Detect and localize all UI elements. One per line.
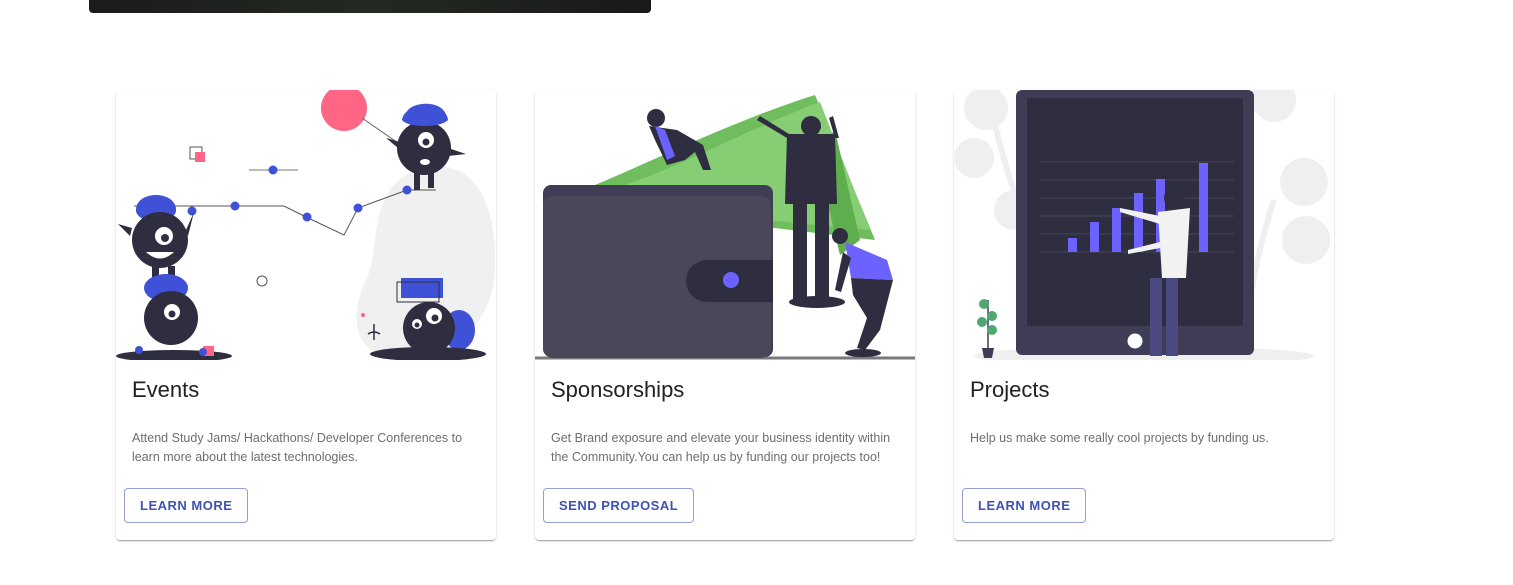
card-title: Projects	[970, 377, 1050, 402]
card-title: Events	[132, 377, 200, 402]
wallet-money-illustration	[535, 90, 915, 360]
card-description: Get Brand exposure and elevate your busi…	[551, 431, 891, 464]
learn-more-button[interactable]: LEARN MORE	[124, 488, 249, 523]
hero-image-strip	[89, 0, 651, 13]
sponsorships-card: Sponsorships Get Brand exposure and elev…	[535, 90, 915, 540]
card-description: Help us make some really cool projects b…	[970, 431, 1269, 445]
tablet-chart-illustration	[954, 90, 1334, 360]
monsters-graph-illustration	[116, 90, 496, 360]
card-title: Sponsorships	[551, 377, 685, 402]
card-description: Attend Study Jams/ Hackathons/ Developer…	[132, 431, 463, 464]
events-card: Events Attend Study Jams/ Hackathons/ De…	[116, 90, 496, 540]
send-proposal-button[interactable]: SEND PROPOSAL	[543, 488, 695, 523]
projects-card: Projects Help us make some really cool p…	[954, 90, 1334, 540]
learn-more-button[interactable]: LEARN MORE	[962, 488, 1087, 523]
